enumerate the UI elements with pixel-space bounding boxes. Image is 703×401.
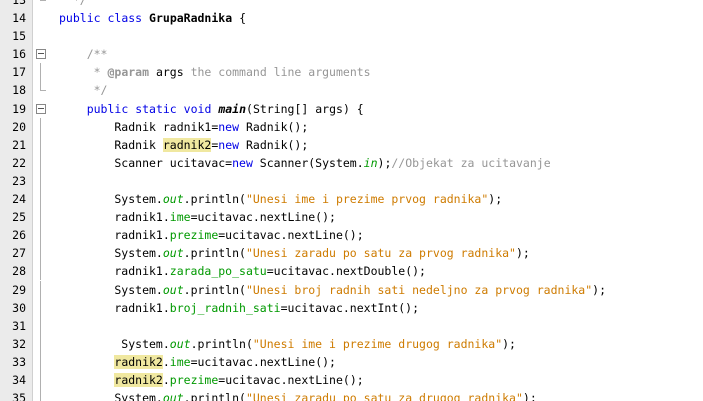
fold-guide-line bbox=[40, 153, 41, 172]
code-text: System.out.println("Unesi zaradu po satu… bbox=[59, 246, 530, 261]
line-number: 16 bbox=[12, 47, 26, 62]
code-line[interactable]: 24 System.out.println("Unesi ime i prezi… bbox=[0, 190, 703, 209]
fold-guide-line bbox=[40, 171, 41, 190]
code-line[interactable]: 29 System.out.println("Unesi broj radnih… bbox=[0, 280, 703, 299]
fold-guide-line bbox=[40, 280, 41, 299]
line-number: 14 bbox=[12, 11, 26, 26]
code-line[interactable]: 22 Scanner ucitavac=new Scanner(System.i… bbox=[0, 153, 703, 172]
code-line[interactable]: 26 radnik1.prezime=ucitavac.nextLine(); bbox=[0, 226, 703, 245]
code-line[interactable]: 21 Radnik radnik2=new Radnik(); bbox=[0, 135, 703, 154]
fold-guide-line bbox=[40, 334, 41, 353]
code-text: System.out.println("Unesi zaradu po satu… bbox=[59, 391, 537, 401]
line-number: 29 bbox=[12, 282, 26, 297]
code-line[interactable]: 20 Radnik radnik1=new Radnik(); bbox=[0, 117, 703, 136]
line-number: 30 bbox=[12, 300, 26, 315]
code-text: radnik1.broj_radnih_sati=ucitavac.nextIn… bbox=[59, 300, 420, 315]
code-text: */ bbox=[59, 83, 108, 98]
code-line[interactable]: 31 bbox=[0, 316, 703, 335]
fold-guide-line bbox=[40, 262, 41, 281]
code-line[interactable]: 16 /** bbox=[0, 45, 703, 63]
fold-guide-line bbox=[40, 117, 41, 136]
fold-toggle-icon[interactable] bbox=[36, 103, 46, 114]
line-number: 34 bbox=[12, 372, 26, 387]
fold-guide-line bbox=[40, 63, 41, 82]
code-text: Radnik radnik2=new Radnik(); bbox=[59, 137, 309, 152]
code-text: * @param args the command line arguments bbox=[59, 65, 371, 80]
line-number: 20 bbox=[12, 119, 26, 134]
code-text: radnik1.zarada_po_satu=ucitavac.nextDoub… bbox=[59, 264, 426, 279]
code-line[interactable]: 28 radnik1.zarada_po_satu=ucitavac.nextD… bbox=[0, 262, 703, 281]
fold-guide-line bbox=[40, 316, 41, 335]
line-number: 13 bbox=[12, 0, 26, 7]
code-line[interactable]: 19 public static void main(String[] args… bbox=[0, 100, 703, 118]
code-text: public class GrupaRadnika { bbox=[59, 11, 246, 26]
code-text: Radnik radnik1=new Radnik(); bbox=[59, 119, 309, 134]
line-number: 33 bbox=[12, 354, 26, 369]
fold-guide-line bbox=[40, 298, 41, 317]
code-text: System.out.println("Unesi broj radnih sa… bbox=[59, 282, 606, 297]
fold-guide-line bbox=[40, 352, 41, 371]
line-number: 27 bbox=[12, 246, 26, 261]
code-editor[interactable]: 13 */14 public class GrupaRadnika {15 16 /… bbox=[0, 0, 703, 401]
code-line[interactable]: 14 public class GrupaRadnika { bbox=[0, 9, 703, 27]
code-text: Scanner ucitavac=new Scanner(System.in);… bbox=[59, 155, 551, 170]
line-number: 19 bbox=[12, 101, 26, 116]
code-text: */ bbox=[59, 0, 87, 7]
line-number: 15 bbox=[12, 29, 26, 44]
fold-toggle-icon[interactable] bbox=[36, 49, 46, 60]
line-number: 23 bbox=[12, 173, 26, 188]
line-number: 32 bbox=[12, 336, 26, 351]
code-text: System.out.println("Unesi ime i prezime … bbox=[59, 336, 516, 351]
code-line[interactable]: 27 System.out.println("Unesi zaradu po s… bbox=[0, 244, 703, 263]
code-line[interactable]: 35 System.out.println("Unesi zaradu po s… bbox=[0, 389, 703, 401]
fold-guide-line bbox=[40, 370, 41, 389]
code-line[interactable]: 32 System.out.println("Unesi ime i prezi… bbox=[0, 334, 703, 353]
fold-guide-line bbox=[40, 135, 41, 154]
line-number: 21 bbox=[12, 137, 26, 152]
line-number: 18 bbox=[12, 83, 26, 98]
line-number: 28 bbox=[12, 264, 26, 279]
code-line[interactable]: 17 * @param args the command line argume… bbox=[0, 63, 703, 82]
code-line[interactable]: 30 radnik1.broj_radnih_sati=ucitavac.nex… bbox=[0, 298, 703, 317]
code-text: /** bbox=[59, 47, 108, 62]
line-number: 26 bbox=[12, 228, 26, 243]
fold-end-marker bbox=[40, 0, 46, 1]
code-line[interactable]: 34 radnik2.prezime=ucitavac.nextLine(); bbox=[0, 370, 703, 389]
code-line[interactable]: 18 */ bbox=[0, 81, 703, 99]
code-text: radnik2.prezime=ucitavac.nextLine(); bbox=[114, 372, 364, 387]
line-number: 25 bbox=[12, 210, 26, 225]
code-line[interactable]: 15 bbox=[0, 27, 703, 45]
code-line[interactable]: 33 radnik2.ime=ucitavac.nextLine(); bbox=[0, 352, 703, 371]
fold-guide-line bbox=[40, 389, 41, 401]
fold-guide-line bbox=[40, 244, 41, 263]
line-number: 22 bbox=[12, 155, 26, 170]
code-text: radnik1.prezime=ucitavac.nextLine(); bbox=[59, 228, 364, 243]
code-text: radnik2.ime=ucitavac.nextLine(); bbox=[114, 354, 336, 369]
line-number: 17 bbox=[12, 65, 26, 80]
line-number: 31 bbox=[12, 318, 26, 333]
code-text: public static void main(String[] args) { bbox=[86, 101, 364, 116]
fold-guide-line bbox=[40, 190, 41, 209]
code-area[interactable]: 13 */14 public class GrupaRadnika {15 16 /… bbox=[0, 0, 703, 401]
code-text: radnik1.ime=ucitavac.nextLine(); bbox=[59, 210, 336, 225]
line-number: 35 bbox=[12, 391, 26, 401]
code-line[interactable]: 25 radnik1.ime=ucitavac.nextLine(); bbox=[0, 208, 703, 227]
code-line[interactable]: 23 bbox=[0, 171, 703, 190]
code-line[interactable]: 13 */ bbox=[0, 0, 703, 9]
line-number: 24 bbox=[12, 192, 26, 207]
code-text: System.out.println("Unesi ime i prezime … bbox=[59, 192, 503, 207]
fold-guide-line bbox=[40, 226, 41, 245]
fold-end-marker bbox=[40, 81, 46, 92]
fold-guide-line bbox=[40, 208, 41, 227]
